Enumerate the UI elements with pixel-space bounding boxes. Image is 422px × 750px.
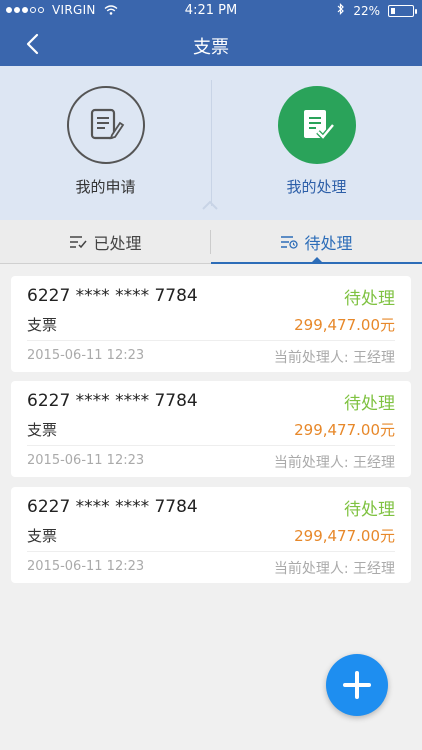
card-divider (27, 445, 395, 446)
tab-processed[interactable]: 已处理 (0, 220, 211, 264)
card-type: 支票 (27, 421, 58, 439)
header: VIRGIN 4:21 PM 22% 支票 (0, 0, 422, 66)
switch-label-processing: 我的处理 (286, 178, 347, 196)
battery-icon (388, 5, 417, 17)
tab-pending-label: 待处理 (304, 234, 353, 253)
card-handler: 当前处理人: 王经理 (273, 561, 395, 577)
tab-active-underline (211, 262, 422, 264)
list-pending-icon (281, 236, 299, 249)
list-item[interactable]: 6227 **** **** 7784 待处理 支票 299,477.00元 2… (11, 487, 411, 583)
card-number: 6227 **** **** 7784 (27, 391, 198, 411)
card-status: 待处理 (344, 289, 395, 309)
document-edit-icon (90, 108, 124, 140)
my-processing-icon-circle (277, 86, 356, 164)
list-item[interactable]: 6227 **** **** 7784 待处理 支票 299,477.00元 2… (11, 381, 411, 477)
switch-label-applications: 我的申请 (75, 178, 136, 196)
nav-bar: 支票 (0, 22, 422, 66)
card-type: 支票 (27, 316, 58, 334)
card-type: 支票 (27, 527, 58, 545)
card-status: 待处理 (344, 394, 395, 414)
card-amount: 299,477.00元 (294, 527, 395, 545)
tab-processed-label: 已处理 (93, 234, 142, 253)
my-applications-icon-circle (66, 86, 145, 164)
card-date: 2015-06-11 12:23 (27, 559, 145, 574)
tab-active-pointer (312, 257, 322, 262)
plus-icon (343, 671, 371, 699)
page-title: 支票 (193, 37, 229, 58)
card-amount: 299,477.00元 (294, 421, 395, 439)
card-number: 6227 **** **** 7784 (27, 286, 198, 306)
switch-my-applications[interactable]: 我的申请 (0, 86, 211, 216)
document-check-icon (303, 110, 335, 141)
bluetooth-icon (337, 3, 345, 19)
switch-my-processing[interactable]: 我的处理 (211, 86, 422, 216)
card-handler: 当前处理人: 王经理 (273, 350, 395, 366)
app-root: VIRGIN 4:21 PM 22% 支票 我的申请 我的处理 已处理 待处理 … (0, 0, 422, 750)
card-divider (27, 340, 395, 341)
switch-panel: 我的申请 我的处理 (0, 66, 422, 220)
status-bar: VIRGIN 4:21 PM 22% (0, 0, 422, 22)
tab-bar: 已处理 待处理 (0, 220, 422, 264)
card-status: 待处理 (344, 500, 395, 520)
list-item[interactable]: 6227 **** **** 7784 待处理 支票 299,477.00元 2… (11, 276, 411, 372)
card-amount: 299,477.00元 (294, 316, 395, 334)
chevron-up-icon (202, 200, 218, 210)
add-button[interactable] (326, 654, 388, 716)
list-check-icon (70, 236, 88, 249)
card-handler: 当前处理人: 王经理 (273, 455, 395, 471)
status-right: 22% (337, 3, 417, 19)
card-date: 2015-06-11 12:23 (27, 348, 145, 363)
card-date: 2015-06-11 12:23 (27, 453, 145, 468)
battery-percent: 22% (353, 4, 380, 18)
battery-fill (391, 8, 395, 14)
card-divider (27, 551, 395, 552)
card-number: 6227 **** **** 7784 (27, 497, 198, 517)
